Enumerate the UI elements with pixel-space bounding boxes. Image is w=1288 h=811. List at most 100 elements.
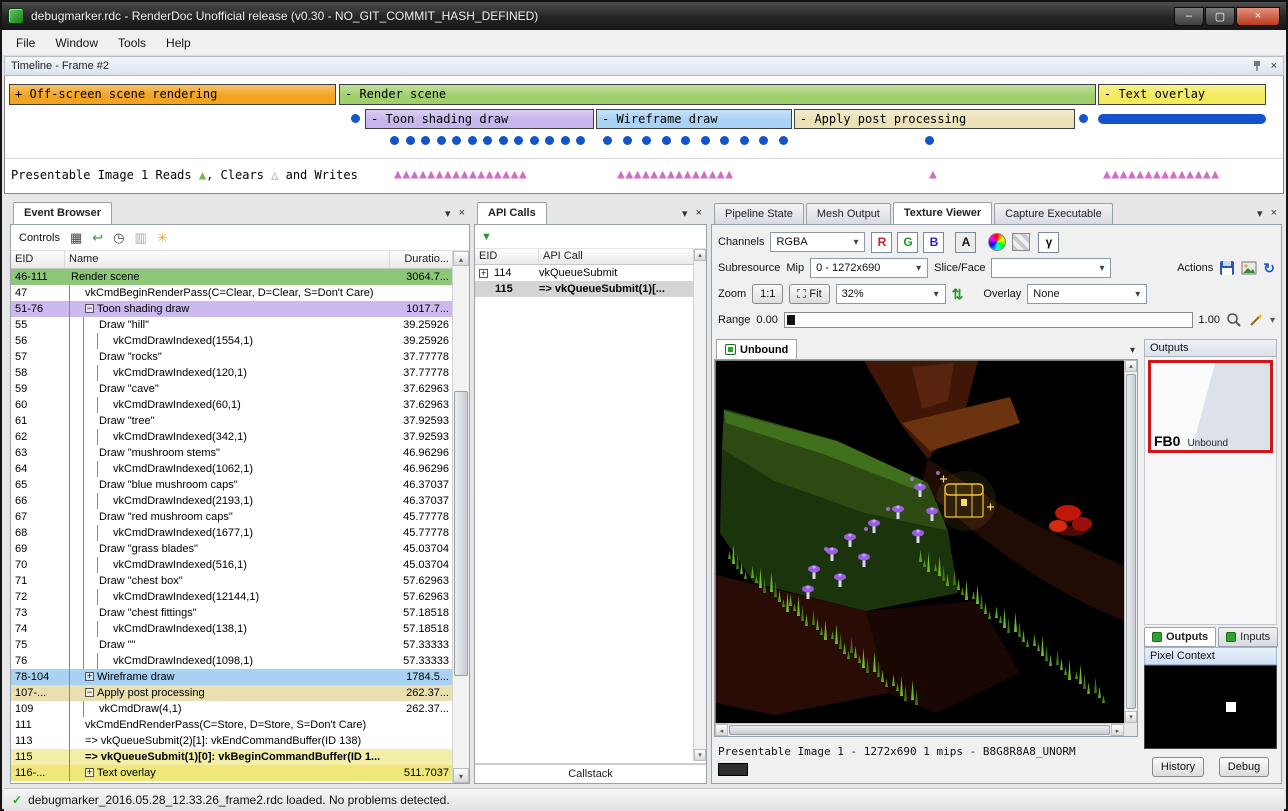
green-channel-button[interactable]: G [897,232,918,253]
timeline-event-dot[interactable] [740,136,749,145]
event-row[interactable]: 116-...+Text overlay511.7037 [11,765,452,781]
event-row[interactable]: 75Draw ""57.33333 [11,637,452,653]
background-color-swatch[interactable] [718,763,748,776]
menu-window[interactable]: Window [45,32,108,54]
zoom-fit-button[interactable]: Fit [789,284,829,304]
history-button[interactable]: History [1152,757,1204,777]
timeline-event-dot[interactable] [421,136,430,145]
menu-tools[interactable]: Tools [108,32,156,54]
event-row[interactable]: 58vkCmdDrawIndexed(120,1)37.77778 [11,365,452,381]
scroll-down-icon[interactable]: ▾ [694,749,706,761]
zoom-dropdown[interactable]: 32%▾ [836,284,946,304]
event-browser-scrollbar[interactable]: ▴ ▾ [452,251,469,783]
autofit-wand-icon[interactable] [1248,312,1264,328]
timeline-bar[interactable]: - Wireframe draw [596,109,792,129]
minimize-button[interactable]: – [1174,7,1204,26]
scroll-up-icon[interactable]: ▴ [1125,360,1137,372]
blue-channel-button[interactable]: B [923,232,944,253]
tree-toggle[interactable]: − [85,688,94,697]
tab-api-calls[interactable]: API Calls [477,202,547,224]
tree-toggle[interactable]: − [85,304,94,313]
timeline-event-dot[interactable] [499,136,508,145]
export-image-icon[interactable] [1241,260,1257,276]
output-fb0-thumbnail[interactable]: FB0Unbound [1148,360,1273,453]
tree-toggle[interactable]: + [85,672,94,681]
usage-write-markers[interactable]: ▲▲▲▲▲▲▲▲▲▲▲▲▲▲ [1103,161,1220,189]
event-row[interactable]: 59Draw "cave"37.62963 [11,381,452,397]
column-eid[interactable]: EID [475,249,539,264]
pixel-context-view[interactable] [1144,665,1277,749]
maximize-button[interactable]: ▢ [1205,7,1235,26]
event-row[interactable]: 113=> vkQueueSubmit(2)[1]: vkEndCommandB… [11,733,452,749]
event-row[interactable]: 78-104+Wireframe draw1784.5... [11,669,452,685]
close-button[interactable]: × [1236,7,1280,26]
panel-close-icon[interactable]: × [459,207,465,220]
panel-menu-icon[interactable]: ▾ [1257,207,1263,220]
timeline-event-dot[interactable] [642,136,651,145]
timeline-event-dot[interactable] [545,136,554,145]
filter-icon[interactable]: ▼ [481,231,492,243]
api-calls-scrollbar[interactable]: ▴ ▾ [693,249,706,761]
timeline-event-dot[interactable] [351,114,360,123]
gamma-button[interactable]: γ [1038,232,1059,253]
panel-close-icon[interactable]: × [696,207,702,220]
timeline-event-dot[interactable] [759,136,768,145]
scroll-down-icon[interactable]: ▾ [453,768,469,783]
alpha-channel-button[interactable]: A [955,232,976,253]
event-row[interactable]: 73Draw "chest fittings"57.18518 [11,605,452,621]
filter-builder-icon[interactable]: ▦ [70,231,82,244]
event-row[interactable]: 57Draw "rocks"37.77778 [11,349,452,365]
tree-toggle[interactable]: + [479,269,488,278]
event-row[interactable]: 71Draw "chest box"57.62963 [11,573,452,589]
column-eid[interactable]: EID [11,251,65,268]
column-duration[interactable]: Duratio... [390,251,452,268]
chart-icon[interactable]: ▥ [135,231,147,244]
event-row[interactable]: 70vkCmdDrawIndexed(516,1)45.03704 [11,557,452,573]
zoom-1to1-button[interactable]: 1:1 [752,284,783,304]
bookmark-star-icon[interactable]: ✳ [157,231,168,244]
timeline-bar[interactable]: - Render scene [339,84,1096,105]
scroll-down-icon[interactable]: ▾ [1125,711,1137,723]
event-row[interactable]: 60vkCmdDrawIndexed(60,1)37.62963 [11,397,452,413]
column-name[interactable]: Name [65,251,390,268]
preview-vertical-scrollbar[interactable]: ▴ ▾ [1124,360,1137,723]
timeline-event-dot[interactable] [514,136,523,145]
flip-y-icon[interactable]: ⇅ [952,286,964,303]
slice-face-dropdown[interactable]: ▾ [991,258,1111,278]
color-wheel-icon[interactable] [988,233,1006,251]
timeline-bar[interactable]: - Apply post processing [794,109,1075,129]
time-draws-icon[interactable]: ◷ [113,231,124,244]
timeline-event-block[interactable] [1098,114,1266,124]
event-row[interactable]: 111vkCmdEndRenderPass(C=Store, D=Store, … [11,717,452,733]
scrollbar-thumb[interactable] [729,725,1110,735]
preview-horizontal-scrollbar[interactable]: ◂ ▸ [715,723,1124,736]
panel-close-icon[interactable]: × [1271,207,1277,220]
timeline-bar[interactable]: - Toon shading draw [365,109,594,129]
timeline-event-dot[interactable] [452,136,461,145]
timeline-event-dot[interactable] [406,136,415,145]
timeline-close-icon[interactable]: × [1271,60,1277,72]
overlay-dropdown[interactable]: None▾ [1027,284,1147,304]
event-row[interactable]: 51-76−Toon shading draw1017.7... [11,301,452,317]
timeline-event-dot[interactable] [720,136,729,145]
event-row[interactable]: 67Draw "red mushroom caps"45.77778 [11,509,452,525]
timeline-header[interactable]: Timeline - Frame #2 × [4,56,1284,76]
timeline-event-dot[interactable] [483,136,492,145]
event-row[interactable]: 72vkCmdDrawIndexed(12144,1)57.62963 [11,589,452,605]
column-api-call[interactable]: API Call [539,249,693,264]
timeline-event-dot[interactable] [530,136,539,145]
timeline-event-dot[interactable] [681,136,690,145]
event-row[interactable]: 74vkCmdDrawIndexed(138,1)57.18518 [11,621,452,637]
scrollbar-thumb[interactable] [454,391,468,676]
timeline-event-dot[interactable] [468,136,477,145]
preview-tab-list-icon[interactable]: ▾ [1130,345,1135,356]
channels-dropdown[interactable]: RGBA▾ [770,232,865,252]
event-row[interactable]: 55Draw "hill"39.25926 [11,317,452,333]
range-slider[interactable] [784,312,1193,328]
timeline-event-dot[interactable] [1079,114,1088,123]
timeline-event-dot[interactable] [390,136,399,145]
texture-image[interactable]: ◂ ▸ ▴ ▾ [714,359,1138,737]
scroll-left-icon[interactable]: ◂ [715,724,728,736]
mip-dropdown[interactable]: 0 - 1272x690▾ [810,258,928,278]
save-icon[interactable] [1219,260,1235,276]
